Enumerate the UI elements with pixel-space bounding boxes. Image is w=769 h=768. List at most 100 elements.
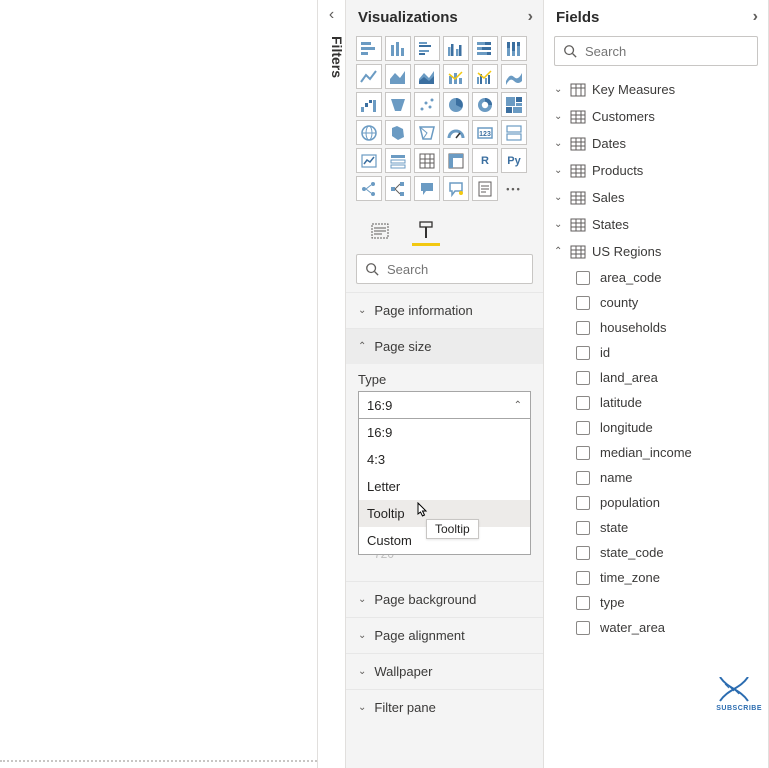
viz-stacked-column-icon[interactable] bbox=[385, 36, 411, 61]
viz-stacked-area-icon[interactable] bbox=[414, 64, 440, 89]
viz-treemap-icon[interactable] bbox=[501, 92, 527, 117]
viz-table-icon[interactable] bbox=[414, 148, 440, 173]
fields-table-sales[interactable]: ⌄Sales bbox=[552, 184, 760, 211]
fields-search[interactable] bbox=[554, 36, 758, 66]
section-page-background[interactable]: ⌄ Page background bbox=[346, 582, 543, 617]
viz-funnel-icon[interactable] bbox=[385, 92, 411, 117]
viz-multi-row-card-icon[interactable] bbox=[501, 120, 527, 145]
viz-gauge-icon[interactable] bbox=[443, 120, 469, 145]
fields-table-customers[interactable]: ⌄Customers bbox=[552, 103, 760, 130]
fields-column-id[interactable]: id bbox=[552, 340, 760, 365]
viz-100-stacked-bar-icon[interactable] bbox=[472, 36, 498, 61]
viz-scatter-icon[interactable] bbox=[414, 92, 440, 117]
viz-waterfall-icon[interactable] bbox=[356, 92, 382, 117]
filters-expand-chevron[interactable]: ‹ bbox=[318, 6, 345, 24]
checkbox[interactable] bbox=[576, 521, 590, 535]
viz-tab-format[interactable] bbox=[414, 218, 438, 244]
viz-qa-icon[interactable] bbox=[414, 176, 440, 201]
viz-r-script-icon[interactable]: R bbox=[472, 148, 498, 173]
section-filter-pane[interactable]: ⌄ Filter pane bbox=[346, 690, 543, 725]
fields-table-products[interactable]: ⌄Products bbox=[552, 157, 760, 184]
checkbox[interactable] bbox=[576, 596, 590, 610]
viz-clustered-column-icon[interactable] bbox=[443, 36, 469, 61]
fields-column-type[interactable]: type bbox=[552, 590, 760, 615]
checkbox[interactable] bbox=[576, 546, 590, 560]
section-page-alignment[interactable]: ⌄ Page alignment bbox=[346, 618, 543, 653]
fields-column-water_area[interactable]: water_area bbox=[552, 615, 760, 640]
viz-kpi-icon[interactable] bbox=[356, 148, 382, 173]
checkbox[interactable] bbox=[576, 421, 590, 435]
checkbox[interactable] bbox=[576, 296, 590, 310]
fields-column-latitude[interactable]: latitude bbox=[552, 390, 760, 415]
viz-area-icon[interactable] bbox=[385, 64, 411, 89]
page-size-type-display[interactable]: 16:9 ⌃ bbox=[358, 391, 531, 419]
viz-line-stacked-column-icon[interactable] bbox=[443, 64, 469, 89]
viz-100-stacked-column-icon[interactable] bbox=[501, 36, 527, 61]
viz-slicer-icon[interactable] bbox=[385, 148, 411, 173]
viz-format-search[interactable] bbox=[356, 254, 533, 284]
section-page-information-label: Page information bbox=[374, 303, 472, 318]
viz-shape-map-icon[interactable] bbox=[414, 120, 440, 145]
viz-matrix-icon[interactable] bbox=[443, 148, 469, 173]
checkbox[interactable] bbox=[576, 396, 590, 410]
fields-search-input[interactable] bbox=[585, 44, 761, 59]
fields-column-state[interactable]: state bbox=[552, 515, 760, 540]
fields-column-label: type bbox=[600, 595, 625, 610]
fields-column-population[interactable]: population bbox=[552, 490, 760, 515]
viz-paginated-report-icon[interactable] bbox=[472, 176, 498, 201]
filters-label: Filters bbox=[318, 36, 345, 78]
viz-donut-icon[interactable] bbox=[472, 92, 498, 117]
dropdown-option-4-3[interactable]: 4:3 bbox=[359, 446, 530, 473]
fields-column-name[interactable]: name bbox=[552, 465, 760, 490]
report-canvas[interactable] bbox=[0, 0, 318, 768]
viz-more-visuals-icon[interactable]: ••• bbox=[501, 176, 527, 201]
viz-clustered-bar-icon[interactable] bbox=[414, 36, 440, 61]
fields-table-dates[interactable]: ⌄Dates bbox=[552, 130, 760, 157]
fields-column-households[interactable]: households bbox=[552, 315, 760, 340]
checkbox[interactable] bbox=[576, 371, 590, 385]
viz-format-search-input[interactable] bbox=[387, 262, 563, 277]
viz-line-icon[interactable] bbox=[356, 64, 382, 89]
viz-map-icon[interactable] bbox=[356, 120, 382, 145]
fields-table-key-measures[interactable]: ⌄Key Measures bbox=[552, 76, 760, 103]
table-icon bbox=[570, 83, 586, 97]
fields-table-states[interactable]: ⌄States bbox=[552, 211, 760, 238]
viz-line-clustered-column-icon[interactable] bbox=[472, 64, 498, 89]
section-page-information[interactable]: ⌄ Page information bbox=[346, 293, 543, 328]
fields-column-county[interactable]: county bbox=[552, 290, 760, 315]
viz-ribbon-icon[interactable] bbox=[501, 64, 527, 89]
section-page-size[interactable]: ⌃ Page size bbox=[346, 329, 543, 364]
viz-key-influencers-icon[interactable] bbox=[356, 176, 382, 201]
section-wallpaper[interactable]: ⌄ Wallpaper bbox=[346, 654, 543, 689]
checkbox[interactable] bbox=[576, 321, 590, 335]
viz-stacked-bar-icon[interactable] bbox=[356, 36, 382, 61]
viz-python-icon[interactable]: Py bbox=[501, 148, 527, 173]
viz-smart-narrative-icon[interactable] bbox=[443, 176, 469, 201]
viz-decomposition-tree-icon[interactable] bbox=[385, 176, 411, 201]
chevron-down-icon: ⌄ bbox=[358, 305, 366, 316]
visualizations-collapse-chevron[interactable]: › bbox=[528, 8, 533, 26]
filters-pane-collapsed[interactable]: ‹ Filters bbox=[318, 0, 346, 768]
checkbox[interactable] bbox=[576, 446, 590, 460]
fields-collapse-chevron[interactable]: › bbox=[753, 8, 758, 26]
dropdown-option-letter[interactable]: Letter bbox=[359, 473, 530, 500]
fields-table-us-regions[interactable]: ⌃US Regions bbox=[552, 238, 760, 265]
viz-filled-map-icon[interactable] bbox=[385, 120, 411, 145]
table-icon bbox=[570, 245, 586, 259]
viz-tab-fields[interactable] bbox=[368, 218, 392, 244]
fields-column-median_income[interactable]: median_income bbox=[552, 440, 760, 465]
fields-column-time_zone[interactable]: time_zone bbox=[552, 565, 760, 590]
fields-column-land_area[interactable]: land_area bbox=[552, 365, 760, 390]
fields-column-state_code[interactable]: state_code bbox=[552, 540, 760, 565]
dropdown-option-16-9[interactable]: 16:9 bbox=[359, 419, 530, 446]
viz-pie-icon[interactable] bbox=[443, 92, 469, 117]
checkbox[interactable] bbox=[576, 621, 590, 635]
fields-column-longitude[interactable]: longitude bbox=[552, 415, 760, 440]
fields-column-area_code[interactable]: area_code bbox=[552, 265, 760, 290]
viz-card-icon[interactable]: 123 bbox=[472, 120, 498, 145]
checkbox[interactable] bbox=[576, 271, 590, 285]
checkbox[interactable] bbox=[576, 471, 590, 485]
checkbox[interactable] bbox=[576, 496, 590, 510]
checkbox[interactable] bbox=[576, 571, 590, 585]
checkbox[interactable] bbox=[576, 346, 590, 360]
